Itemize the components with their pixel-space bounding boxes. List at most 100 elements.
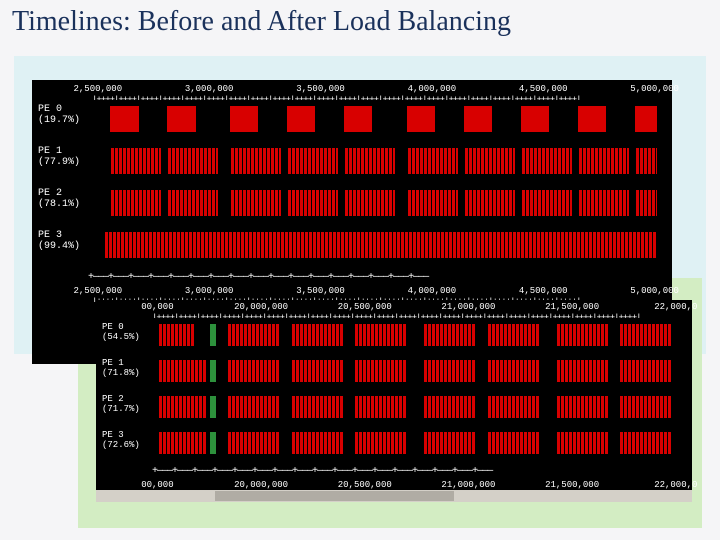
- tick-label: 21,500,000: [545, 302, 599, 312]
- tick-label: 3,500,000: [296, 286, 345, 296]
- activity-segment[interactable]: [290, 360, 345, 382]
- activity-segment[interactable]: [229, 148, 282, 174]
- activity-segment[interactable]: [463, 190, 516, 216]
- activity-segment[interactable]: [634, 190, 659, 216]
- activity-segment[interactable]: [166, 190, 219, 216]
- activity-segment[interactable]: [486, 396, 541, 418]
- activity-segment[interactable]: [286, 106, 317, 132]
- activity-segment[interactable]: [577, 148, 630, 174]
- activity-segment[interactable]: [422, 396, 477, 418]
- activity-segment[interactable]: [422, 324, 477, 346]
- activity-segment[interactable]: [406, 190, 459, 216]
- scrollbar[interactable]: [96, 490, 692, 502]
- activity-segment[interactable]: [406, 106, 437, 132]
- activity-segment[interactable]: [290, 324, 345, 346]
- activity-segment[interactable]: [226, 396, 281, 418]
- activity-segment[interactable]: [226, 360, 281, 382]
- activity-segment[interactable]: [157, 432, 207, 454]
- activity-segment[interactable]: [343, 106, 374, 132]
- activity-segment[interactable]: [166, 148, 219, 174]
- pe-row: PE 2 (71.7%): [102, 392, 684, 428]
- activity-segment[interactable]: [229, 190, 282, 216]
- pe-label: PE 1 (71.8%): [102, 358, 140, 378]
- activity-segment[interactable]: [463, 106, 494, 132]
- activity-segment[interactable]: [290, 432, 345, 454]
- tick-label: 22,000,0: [654, 302, 697, 312]
- activity-segment[interactable]: [353, 432, 408, 454]
- tick-label: 5,000,000: [630, 286, 679, 296]
- activity-segment[interactable]: [422, 360, 477, 382]
- tick-label: 5,000,000: [630, 84, 679, 94]
- activity-segment[interactable]: [577, 106, 608, 132]
- activity-segment[interactable]: [486, 324, 541, 346]
- pe-track[interactable]: [152, 324, 682, 346]
- pe-label: PE 0 (19.7%): [38, 104, 80, 126]
- tick-label: 20,500,000: [338, 480, 392, 490]
- pe-label: PE 3 (99.4%): [38, 230, 80, 252]
- tick-label: 3,000,000: [185, 84, 234, 94]
- timeline-after: 00,00020,000,00020,500,00021,000,00021,5…: [96, 300, 692, 502]
- pe-label: PE 3 (72.6%): [102, 430, 140, 450]
- pe-track[interactable]: [92, 148, 662, 174]
- pe-row: PE 2 (78.1%): [38, 186, 664, 228]
- activity-segment[interactable]: [463, 148, 516, 174]
- ruler-divider-before: +———+———+———+———+———+———+———+———+———+———…: [88, 272, 664, 284]
- activity-segment[interactable]: [226, 324, 281, 346]
- activity-segment[interactable]: [103, 232, 658, 258]
- tick-label: 2,500,000: [73, 84, 122, 94]
- activity-segment[interactable]: [157, 324, 196, 346]
- tick-label: 21,500,000: [545, 480, 599, 490]
- activity-segment[interactable]: [109, 148, 162, 174]
- tick-label: 4,500,000: [519, 286, 568, 296]
- activity-segment[interactable]: [353, 360, 408, 382]
- activity-segment[interactable]: [555, 324, 610, 346]
- activity-segment[interactable]: [109, 190, 162, 216]
- pe-track[interactable]: [152, 432, 682, 454]
- pe-track[interactable]: [92, 190, 662, 216]
- activity-segment[interactable]: [555, 432, 610, 454]
- activity-segment[interactable]: [618, 324, 673, 346]
- activity-segment[interactable]: [286, 148, 339, 174]
- tick-label: 22,000,0: [654, 480, 697, 490]
- pe-track[interactable]: [92, 232, 662, 258]
- activity-segment[interactable]: [157, 396, 207, 418]
- pe-row: PE 3 (99.4%): [38, 228, 664, 270]
- activity-segment[interactable]: [486, 432, 541, 454]
- activity-segment[interactable]: [353, 324, 408, 346]
- activity-segment[interactable]: [343, 190, 396, 216]
- activity-segment[interactable]: [353, 396, 408, 418]
- ruler-top-after: 00,00020,000,00020,500,00021,000,00021,5…: [152, 302, 692, 320]
- activity-segment[interactable]: [520, 106, 551, 132]
- activity-segment[interactable]: [555, 396, 610, 418]
- load-balance-marker: [210, 432, 216, 454]
- activity-segment[interactable]: [406, 148, 459, 174]
- activity-segment[interactable]: [634, 148, 659, 174]
- activity-segment[interactable]: [618, 360, 673, 382]
- tick-label: 4,000,000: [408, 84, 457, 94]
- load-balance-marker: [210, 324, 216, 346]
- activity-segment[interactable]: [555, 360, 610, 382]
- activity-segment[interactable]: [618, 432, 673, 454]
- activity-segment[interactable]: [157, 360, 207, 382]
- activity-segment[interactable]: [577, 190, 630, 216]
- pe-track[interactable]: [92, 106, 662, 132]
- pe-track[interactable]: [152, 360, 682, 382]
- page: Timelines: Before and After Load Balanci…: [0, 0, 720, 540]
- scrollbar-thumb[interactable]: [215, 491, 453, 501]
- activity-segment[interactable]: [290, 396, 345, 418]
- activity-segment[interactable]: [229, 106, 260, 132]
- activity-segment[interactable]: [520, 190, 573, 216]
- activity-segment[interactable]: [286, 190, 339, 216]
- tick-label: 4,000,000: [408, 286, 457, 296]
- activity-segment[interactable]: [486, 360, 541, 382]
- activity-segment[interactable]: [422, 432, 477, 454]
- pe-track[interactable]: [152, 396, 682, 418]
- activity-segment[interactable]: [520, 148, 573, 174]
- activity-segment[interactable]: [618, 396, 673, 418]
- activity-segment[interactable]: [109, 106, 140, 132]
- activity-segment[interactable]: [166, 106, 197, 132]
- activity-segment[interactable]: [343, 148, 396, 174]
- activity-segment[interactable]: [634, 106, 659, 132]
- activity-segment[interactable]: [226, 432, 281, 454]
- pe-label: PE 1 (77.9%): [38, 146, 80, 168]
